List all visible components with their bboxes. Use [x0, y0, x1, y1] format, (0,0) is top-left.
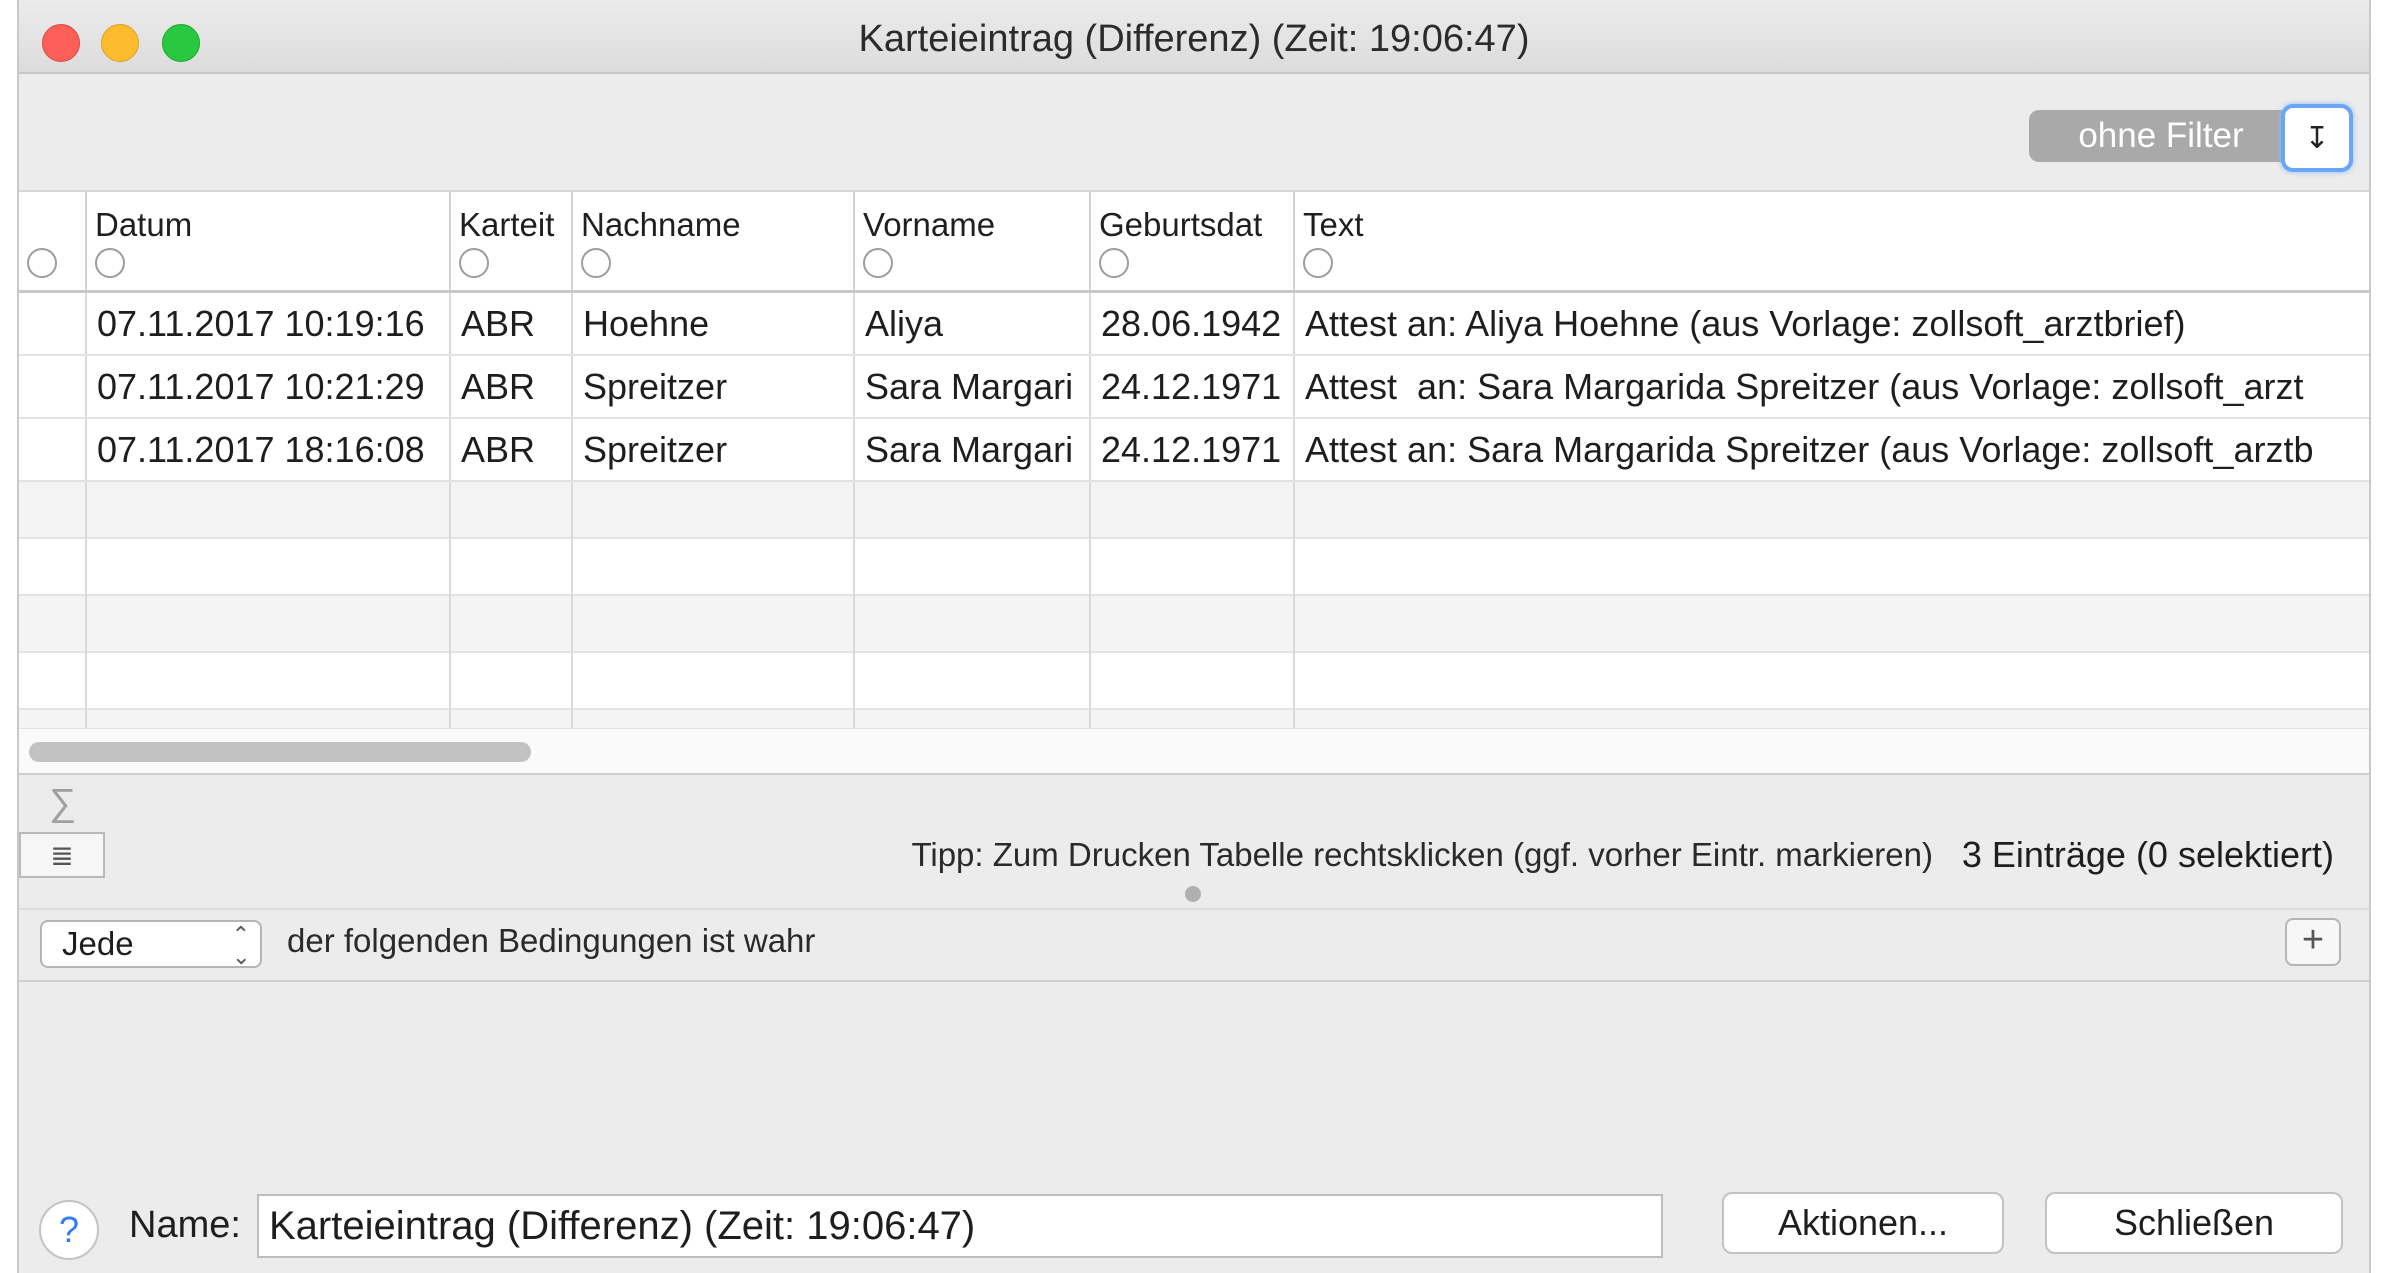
filter-label[interactable]: ohne Filter — [2029, 110, 2293, 162]
name-field[interactable] — [257, 1194, 1663, 1258]
empty-table-row — [19, 653, 2369, 710]
horizontal-scrollbar[interactable] — [19, 728, 2369, 775]
cell-karteit: ABR — [451, 293, 573, 354]
text-list-icon: ≣ — [50, 839, 74, 871]
close-button[interactable]: Schließen — [2045, 1192, 2343, 1254]
match-condition-select[interactable]: Jede ⌃ ⌃ — [40, 920, 262, 968]
cell-nachname: Spreitzer — [573, 419, 855, 480]
cell-vorname: Sara Margari — [855, 356, 1091, 417]
cell-vorname: Aliya — [855, 293, 1091, 354]
select-stepper-icon: ⌃ ⌃ — [231, 922, 250, 969]
column-radio[interactable] — [1303, 248, 1333, 278]
cell-datum: 07.11.2017 10:19:16 — [87, 293, 451, 354]
cell-vorname: Sara Margari — [855, 419, 1091, 480]
cell-geburtsdat: 24.12.1971 — [1091, 356, 1295, 417]
add-condition-button[interactable]: + — [2285, 918, 2341, 966]
column-label: Nachname — [581, 206, 741, 243]
window: Karteieintrag (Differenz) (Zeit: 19:06:4… — [17, 0, 2371, 1273]
print-tip: Tipp: Zum Drucken Tabelle rechtsklicken … — [911, 836, 1933, 873]
actions-button[interactable]: Aktionen... — [1722, 1192, 2004, 1254]
entries-table[interactable]: Datum Karteit Nachname Vorname Geburtsda… — [19, 190, 2369, 730]
cell-geburtsdat: 24.12.1971 — [1091, 419, 1295, 480]
table-row[interactable]: 07.11.2017 10:21:29 ABR Spreitzer Sara M… — [19, 356, 2369, 419]
table-header: Datum Karteit Nachname Vorname Geburtsda… — [19, 192, 2369, 293]
column-radio[interactable] — [459, 248, 489, 278]
cell-nachname: Hoehne — [573, 293, 855, 354]
divider — [19, 980, 2369, 982]
row-select-cell[interactable] — [19, 419, 87, 480]
title-bar: Karteieintrag (Differenz) (Zeit: 19:06:4… — [19, 0, 2369, 74]
column-radio[interactable] — [27, 248, 57, 278]
condition-description: der folgenden Bedingungen ist wahr — [287, 922, 816, 959]
filter-arrow-icon: ↧ — [2304, 121, 2330, 155]
sum-icon[interactable]: ∑ — [49, 782, 76, 825]
help-button[interactable]: ? — [39, 1200, 99, 1260]
empty-table-row — [19, 539, 2369, 596]
list-view-button[interactable]: ≣ — [19, 832, 105, 878]
table-row[interactable]: 07.11.2017 10:19:16 ABR Hoehne Aliya 28.… — [19, 293, 2369, 356]
empty-table-row — [19, 596, 2369, 653]
column-radio[interactable] — [581, 248, 611, 278]
column-header-geburtsdat[interactable]: Geburtsdat — [1091, 192, 1295, 290]
column-radio[interactable] — [95, 248, 125, 278]
column-header-karteit[interactable]: Karteit — [451, 192, 573, 290]
horizontal-scrollbar-thumb[interactable] — [29, 742, 531, 762]
column-label: Text — [1303, 206, 1364, 243]
cell-karteit: ABR — [451, 356, 573, 417]
cell-text: Attest an: Sara Margarida Spreitzer (aus… — [1305, 366, 2304, 407]
empty-table-row — [19, 482, 2369, 539]
column-header-select[interactable] — [19, 192, 87, 290]
split-view-handle[interactable] — [1185, 886, 1201, 902]
cell-text: Attest an: Aliya Hoehne (aus Vorlage: zo… — [1305, 303, 2186, 344]
cell-text: Attest an: Sara Margarida Spreitzer (aus… — [1305, 429, 2314, 470]
column-header-text[interactable]: Text — [1295, 192, 2369, 290]
filter-menu-button[interactable]: ↧ — [2281, 104, 2353, 172]
empty-table-row — [19, 710, 2369, 730]
cell-datum: 07.11.2017 18:16:08 — [87, 419, 451, 480]
column-header-vorname[interactable]: Vorname — [855, 192, 1091, 290]
table-row[interactable]: 07.11.2017 18:16:08 ABR Spreitzer Sara M… — [19, 419, 2369, 482]
column-label: Datum — [95, 206, 193, 243]
cell-karteit: ABR — [451, 419, 573, 480]
column-label: Geburtsdat — [1099, 206, 1263, 243]
column-label: Vorname — [863, 206, 996, 243]
question-mark-icon: ? — [58, 1209, 80, 1250]
column-radio[interactable] — [1099, 248, 1129, 278]
column-header-datum[interactable]: Datum — [87, 192, 451, 290]
row-select-cell[interactable] — [19, 356, 87, 417]
divider — [19, 908, 2369, 910]
plus-icon: + — [2301, 919, 2325, 961]
name-label: Name: — [129, 1204, 241, 1246]
cell-datum: 07.11.2017 10:21:29 — [87, 356, 451, 417]
column-label: Karteit — [459, 206, 555, 243]
entry-count: 3 Einträge (0 selektiert) — [1961, 834, 2334, 875]
cell-nachname: Spreitzer — [573, 356, 855, 417]
row-select-cell[interactable] — [19, 293, 87, 354]
column-header-nachname[interactable]: Nachname — [573, 192, 855, 290]
cell-geburtsdat: 28.06.1942 — [1091, 293, 1295, 354]
match-condition-value: Jede — [62, 925, 134, 962]
window-title: Karteieintrag (Differenz) (Zeit: 19:06:4… — [858, 18, 1530, 60]
column-radio[interactable] — [863, 248, 893, 278]
